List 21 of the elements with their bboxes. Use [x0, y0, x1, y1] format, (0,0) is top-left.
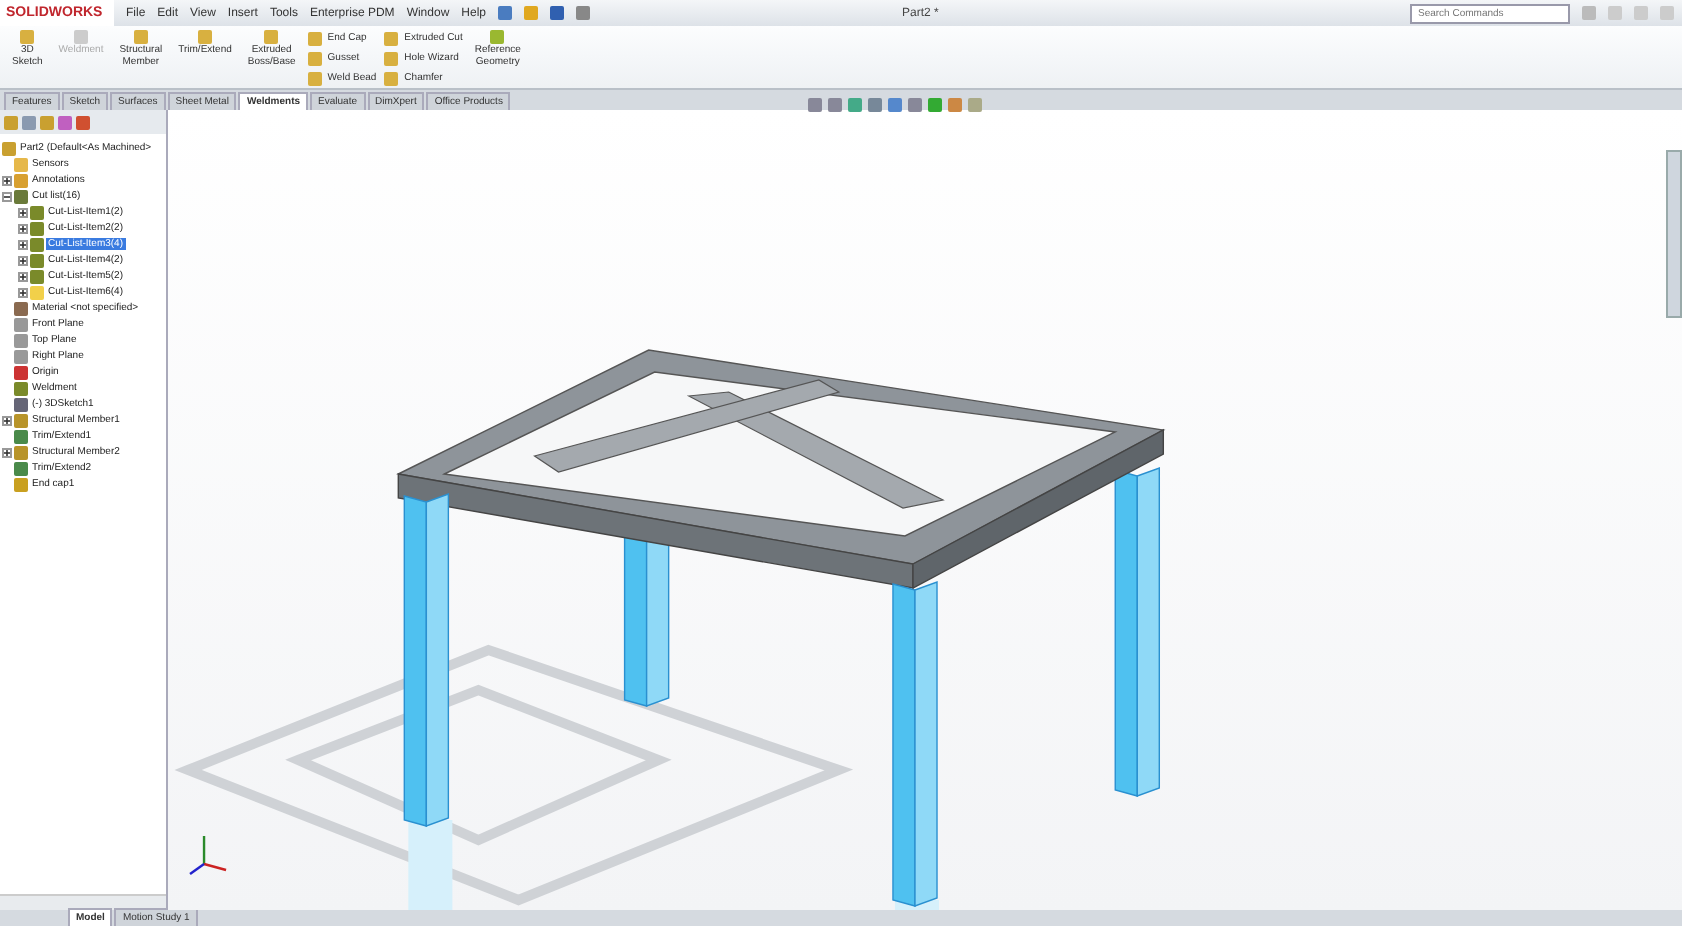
tool-icon: [264, 30, 279, 44]
expand-icon[interactable]: [2, 415, 12, 425]
expand-icon[interactable]: [18, 223, 28, 233]
expand-icon[interactable]: [18, 271, 28, 281]
tool-icon: [490, 30, 505, 44]
folder-icon: [30, 285, 44, 299]
scrollbar[interactable]: [0, 894, 166, 910]
expand-icon[interactable]: [2, 175, 12, 185]
collapse-icon[interactable]: [2, 191, 12, 201]
part-icon: [2, 141, 16, 155]
expand-icon[interactable]: [18, 239, 28, 249]
task-pane-tabs[interactable]: [1666, 150, 1682, 318]
tool-icon: [20, 30, 35, 44]
tool-icon: [133, 30, 148, 44]
expand-icon[interactable]: [18, 255, 28, 265]
expand-icon[interactable]: [2, 447, 12, 457]
tool-icon: [74, 30, 88, 44]
axis-triad-icon: [189, 836, 227, 875]
tool-icon: [198, 30, 212, 44]
expand-icon[interactable]: [18, 207, 28, 217]
expand-icon[interactable]: [18, 287, 28, 297]
